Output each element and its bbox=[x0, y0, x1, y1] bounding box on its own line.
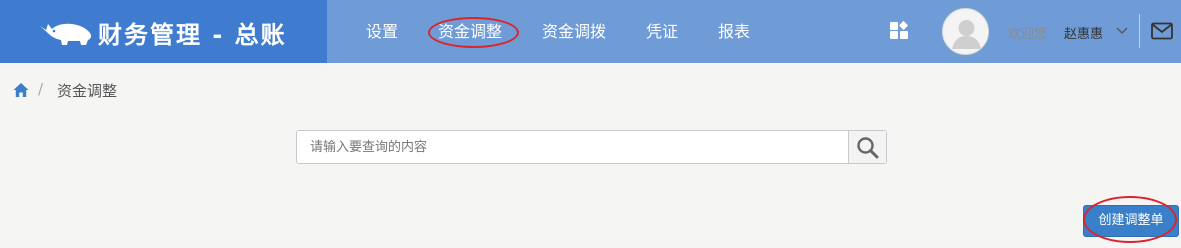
chevron-down-icon[interactable] bbox=[1116, 26, 1128, 36]
welcome-text: 欢迎您 bbox=[1008, 27, 1048, 42]
search-bar bbox=[296, 130, 887, 164]
rhino-logo-icon bbox=[40, 23, 92, 45]
nav-item-reports[interactable]: 报表 bbox=[718, 0, 750, 63]
search-icon bbox=[857, 137, 879, 159]
nav-item-voucher[interactable]: 凭证 bbox=[646, 0, 678, 63]
mail-icon[interactable] bbox=[1151, 22, 1173, 40]
breadcrumb-separator: / bbox=[38, 80, 44, 98]
breadcrumb-current: 资金调整 bbox=[57, 82, 118, 100]
highlight-oval-create bbox=[1083, 196, 1177, 243]
app-title: 财务管理 - 总账 bbox=[98, 21, 287, 49]
header-divider bbox=[1139, 14, 1140, 48]
apps-grid-icon[interactable] bbox=[889, 21, 909, 41]
username[interactable]: 赵惠惠 bbox=[1064, 23, 1103, 42]
user-avatar-icon[interactable] bbox=[942, 8, 989, 55]
search-input[interactable] bbox=[297, 131, 849, 163]
highlight-oval-nav bbox=[428, 17, 519, 48]
search-button[interactable] bbox=[848, 131, 886, 163]
home-icon[interactable] bbox=[13, 82, 29, 98]
top-navbar: 财务管理 - 总账 设置 资金调整 资金调拨 凭证 报表 欢迎您 赵惠惠 bbox=[0, 0, 1181, 63]
brand-area: 财务管理 - 总账 bbox=[0, 0, 327, 63]
nav-item-settings[interactable]: 设置 bbox=[366, 0, 398, 63]
nav-item-fund-transfer[interactable]: 资金调拨 bbox=[542, 0, 606, 63]
